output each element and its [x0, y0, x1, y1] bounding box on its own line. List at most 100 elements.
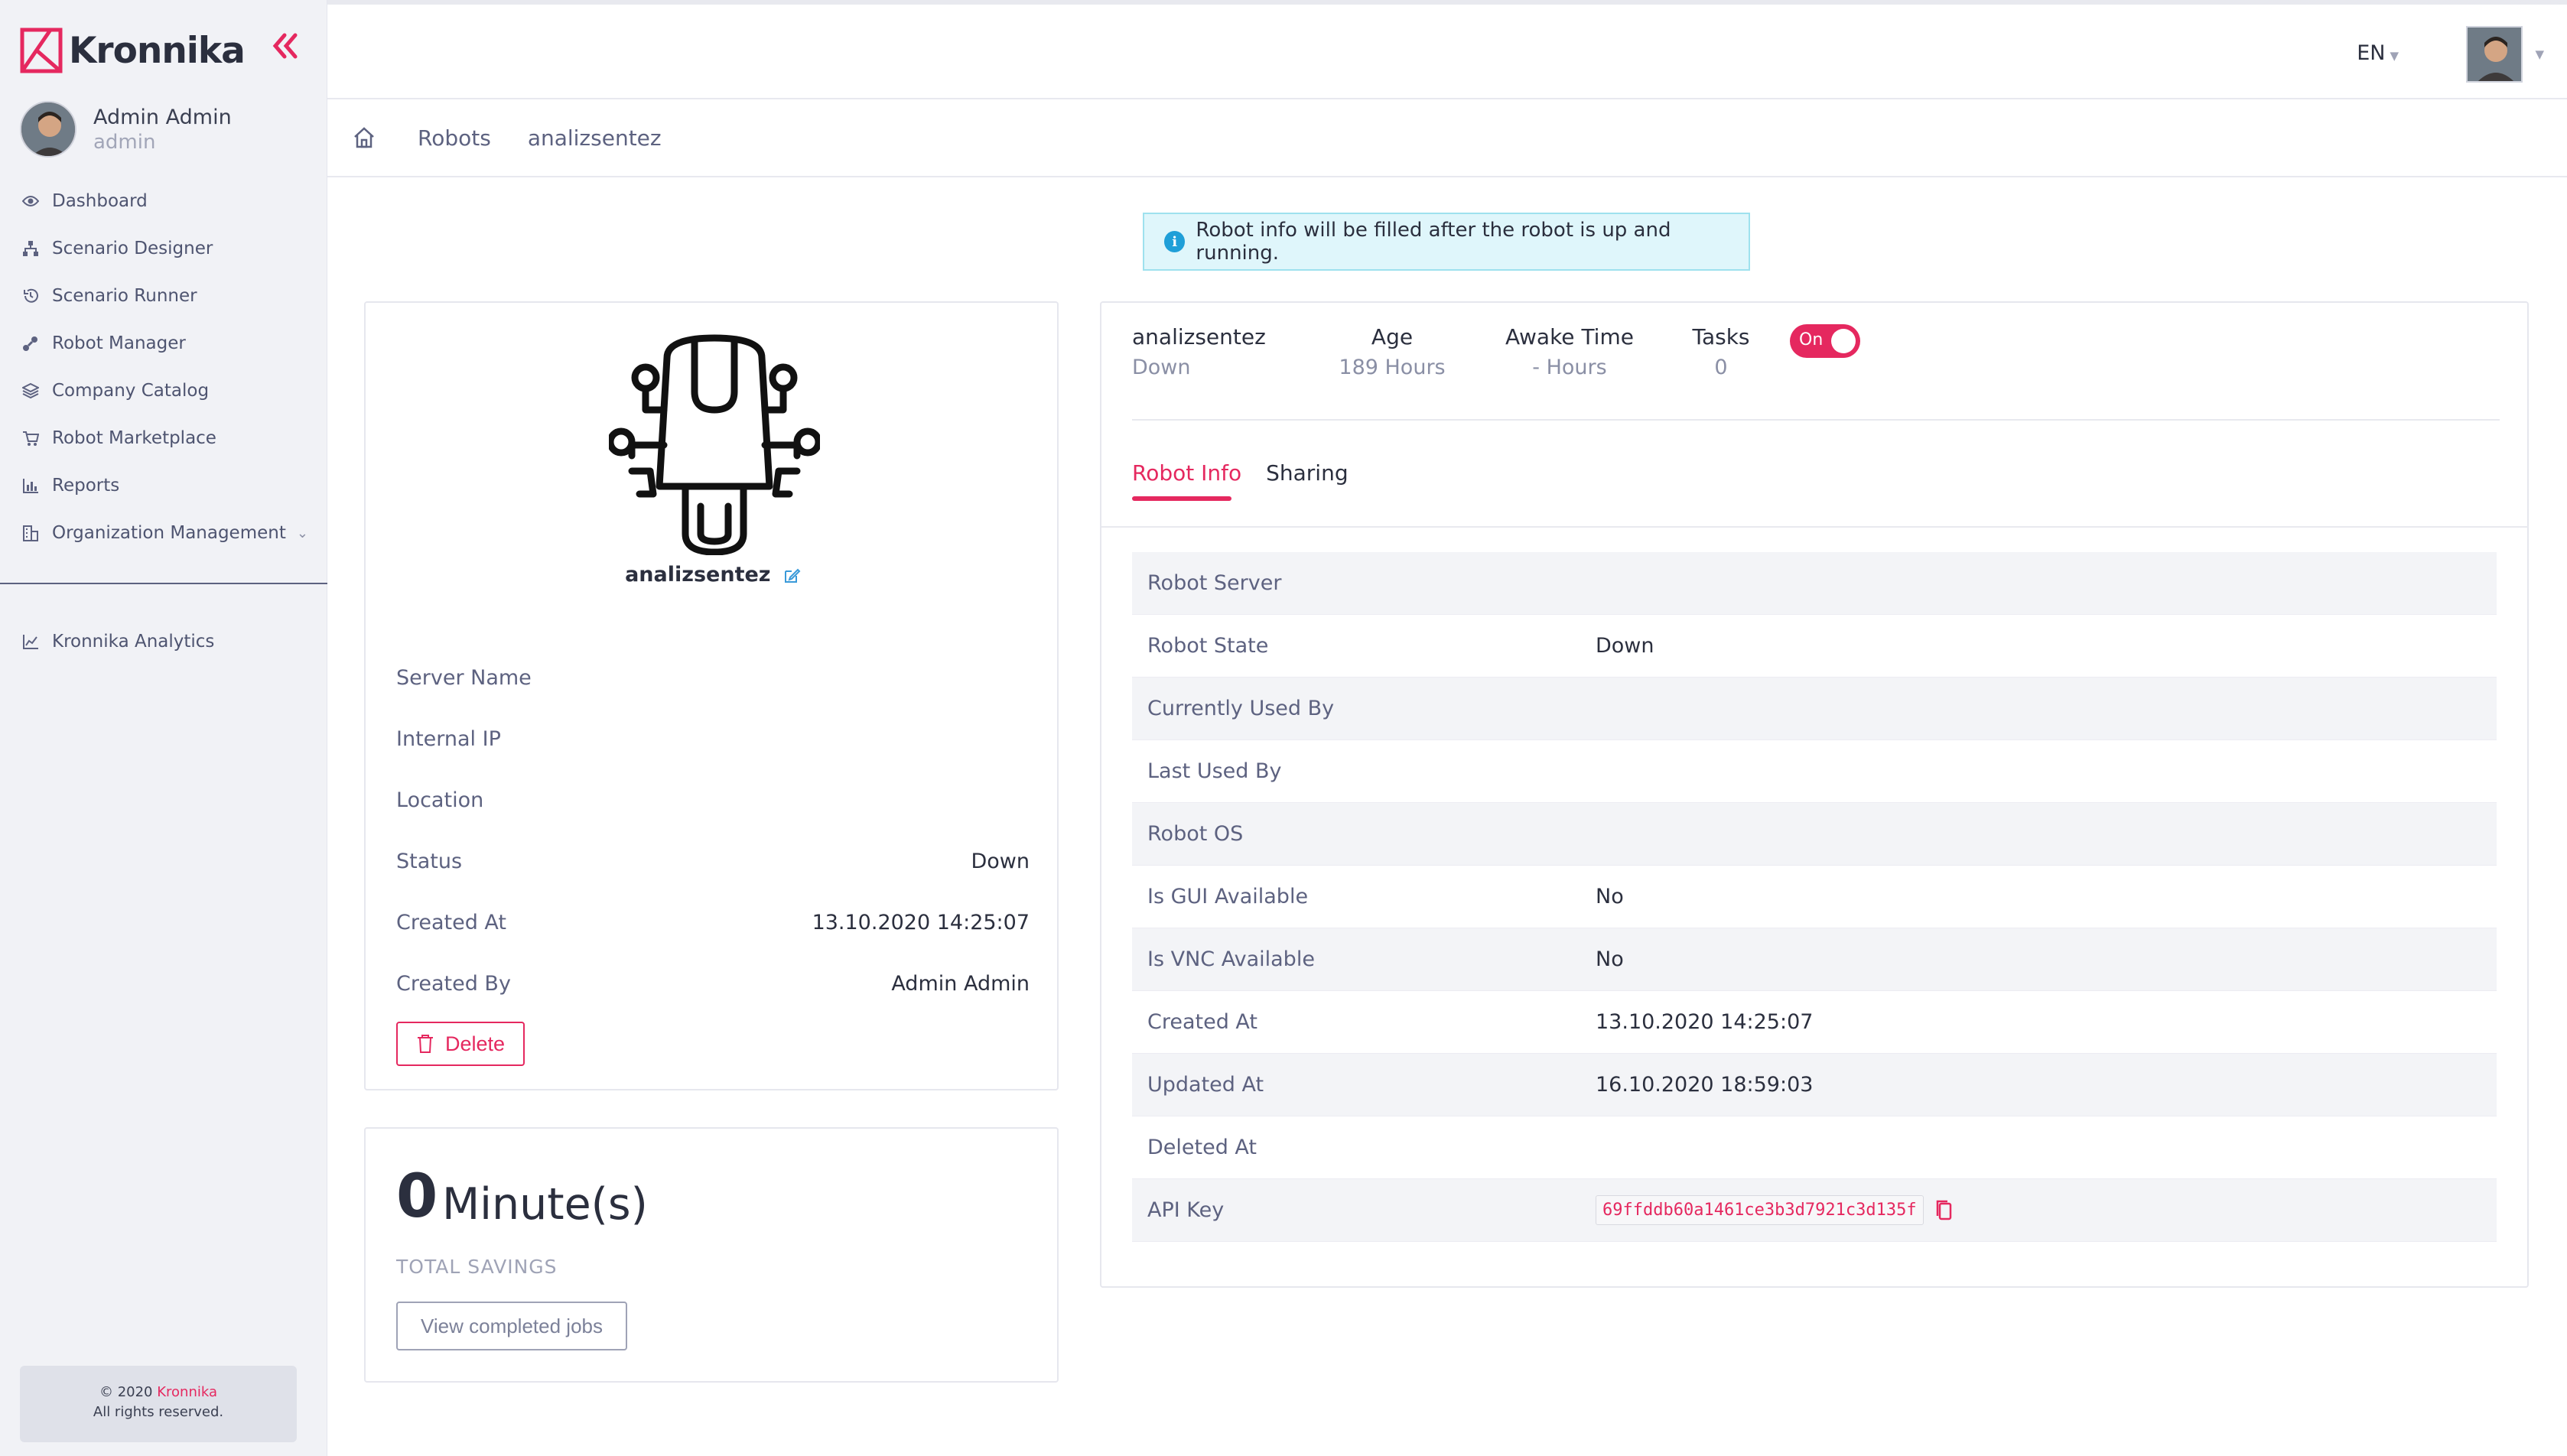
detail-row-server-name: Server Name: [396, 647, 1030, 708]
kronnika-logo-icon: [20, 28, 63, 73]
sidebar-item-dashboard[interactable]: Dashboard: [0, 177, 327, 225]
history-icon: [21, 287, 40, 305]
sidebar-item-company-catalog[interactable]: Company Catalog: [0, 367, 327, 414]
row-key: Last Used By: [1147, 759, 1282, 783]
tab-robot-info[interactable]: Robot Info: [1132, 460, 1241, 501]
detail-row-location: Location: [396, 769, 1030, 830]
savings-label: TOTAL SAVINGS: [396, 1256, 558, 1278]
avatar-image: [21, 102, 75, 156]
table-row: Robot OS: [1132, 803, 2497, 866]
detail-key: Server Name: [396, 665, 532, 690]
stat-robot-name: analizsentez: [1132, 324, 1266, 349]
bar-chart-icon: [21, 476, 40, 495]
delete-button[interactable]: Delete: [396, 1022, 525, 1066]
detail-key: Status: [396, 849, 463, 873]
table-row: Robot State Down: [1132, 615, 2497, 678]
sidebar-item-reports[interactable]: Reports: [0, 462, 327, 509]
row-key: Updated At: [1147, 1073, 1264, 1097]
row-value: No: [1596, 885, 1624, 908]
breadcrumb: Robots analizsentez: [327, 99, 2567, 177]
sidebar-item-robot-marketplace[interactable]: Robot Marketplace: [0, 414, 327, 462]
sidebar-item-kronnika-analytics[interactable]: Kronnika Analytics: [0, 618, 327, 665]
row-key: Robot State: [1147, 634, 1269, 658]
logo[interactable]: Kronnika: [20, 28, 246, 73]
copy-icon[interactable]: [1934, 1199, 1954, 1222]
cart-icon: [21, 429, 40, 447]
stat-label: Age: [1371, 324, 1414, 349]
row-key: Robot Server: [1147, 571, 1282, 595]
sidebar-item-label: Company Catalog: [52, 381, 210, 401]
sidebar-item-robot-manager[interactable]: Robot Manager: [0, 320, 327, 367]
stat-awake-time: Awake Time - Hours: [1469, 324, 1671, 379]
savings-value: 0: [396, 1162, 438, 1231]
row-key: API Key: [1147, 1198, 1225, 1222]
avatar: [20, 101, 76, 158]
view-completed-jobs-button[interactable]: View completed jobs: [396, 1302, 627, 1350]
breadcrumb-robot-name[interactable]: analizsentez: [528, 125, 662, 151]
detail-value: 13.10.2020 14:25:07: [812, 910, 1030, 934]
robot-icon: [609, 334, 820, 555]
footer-brand-link[interactable]: Kronnika: [157, 1384, 217, 1400]
row-value: 13.10.2020 14:25:07: [1596, 1010, 1814, 1034]
row-key: Robot OS: [1147, 822, 1244, 846]
sidebar-item-label: Scenario Designer: [52, 239, 213, 258]
robot-info-table: Robot Server Robot State Down Currently …: [1132, 552, 2497, 1242]
chevron-down-icon[interactable]: ⌄: [297, 525, 308, 541]
sidebar-item-label: Robot Manager: [52, 333, 186, 353]
robot-details-list: Server Name Internal IP Location Status …: [396, 647, 1030, 1014]
caret-down-icon[interactable]: ▼: [2535, 47, 2544, 61]
tab-sharing[interactable]: Sharing: [1266, 460, 1349, 501]
detail-value: Down: [971, 849, 1030, 873]
row-key: Deleted At: [1147, 1136, 1257, 1159]
table-row: Updated At 16.10.2020 18:59:03: [1132, 1054, 2497, 1116]
stat-label: Awake Time: [1505, 324, 1634, 349]
table-row: Currently Used By: [1132, 678, 2497, 740]
footer-copyright: © 2020: [99, 1384, 153, 1400]
stat-name: analizsentez Down: [1132, 324, 1316, 379]
api-key-value[interactable]: 69ffddb60a1461ce3b3d7921c3d135f: [1596, 1195, 1924, 1225]
sidebar: Kronnika Admin Admin admin Dashboard Sce…: [0, 0, 327, 1456]
language-selector[interactable]: EN ▼: [2357, 41, 2399, 65]
layers-icon: [21, 382, 40, 400]
edit-icon[interactable]: [782, 567, 801, 585]
detail-key: Internal IP: [396, 726, 501, 751]
detail-value: Admin Admin: [891, 971, 1030, 996]
table-row: Last Used By: [1132, 740, 2497, 803]
sidebar-item-organization-management[interactable]: Organization Management ⌄: [0, 509, 327, 557]
table-row: Created At 13.10.2020 14:25:07: [1132, 991, 2497, 1054]
row-value: 69ffddb60a1461ce3b3d7921c3d135f: [1596, 1195, 1954, 1225]
breadcrumb-robots[interactable]: Robots: [418, 125, 491, 151]
user-menu-avatar[interactable]: [2466, 26, 2523, 83]
divider: [1132, 419, 2500, 421]
robot-detail-card: analizsentez Down Age 189 Hours Awake Ti…: [1100, 301, 2529, 1288]
delete-label: Delete: [444, 1032, 506, 1055]
footer-rights: All rights reserved.: [93, 1404, 224, 1420]
eye-icon: [21, 192, 40, 210]
divider: [1101, 526, 2529, 528]
row-value: Down: [1596, 634, 1654, 658]
sidebar-item-scenario-runner[interactable]: Scenario Runner: [0, 272, 327, 320]
table-row: Is GUI Available No: [1132, 866, 2497, 928]
sidebar-item-label: Organization Management: [52, 523, 286, 543]
robot-power-toggle[interactable]: On: [1790, 324, 1860, 358]
detail-key: Location: [396, 788, 484, 812]
line-chart-icon: [21, 632, 40, 651]
toggle-knob: [1831, 329, 1856, 353]
sidebar-item-scenario-designer[interactable]: Scenario Designer: [0, 225, 327, 272]
sidebar-item-label: Reports: [52, 476, 120, 496]
user-role: admin: [93, 130, 156, 154]
sidebar-item-label: Robot Marketplace: [52, 428, 216, 448]
row-value: No: [1596, 947, 1624, 971]
toggle-label: On: [1799, 330, 1824, 349]
detail-key: Created At: [396, 910, 507, 934]
home-icon[interactable]: [352, 125, 376, 150]
collapse-sidebar-icon[interactable]: [269, 31, 300, 61]
robot-stats: analizsentez Down Age 189 Hours Awake Ti…: [1132, 324, 1860, 379]
robot-arm-icon: [21, 334, 40, 353]
brand-name: Kronnika: [69, 29, 246, 72]
stat-tasks: Tasks 0: [1671, 324, 1772, 379]
detail-row-status: Status Down: [396, 830, 1030, 892]
savings-unit: Minute(s): [442, 1179, 648, 1230]
stat-value: 0: [1714, 356, 1728, 379]
table-row: Deleted At: [1132, 1116, 2497, 1179]
